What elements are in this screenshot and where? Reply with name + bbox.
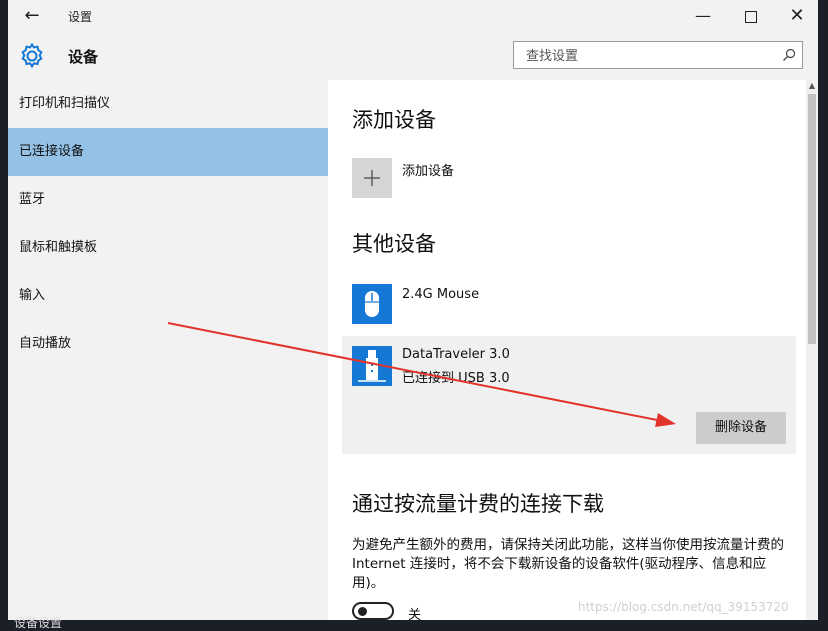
metered-description: 为避免产生额外的费用，请保持关闭此功能，这样当你使用按流量计费的 Interne…: [352, 537, 784, 591]
add-device-button[interactable]: [352, 158, 392, 198]
add-device-heading: 添加设备: [352, 108, 436, 132]
sidebar-item-printers[interactable]: 打印机和扫描仪: [8, 80, 328, 128]
sidebar-item-bluetooth[interactable]: 蓝牙: [8, 176, 328, 224]
sidebar-item-typing[interactable]: 输入: [8, 272, 328, 320]
remove-device-button[interactable]: 删除设备: [696, 412, 786, 444]
usb-drive-icon: [352, 346, 392, 386]
add-device-label[interactable]: 添加设备: [402, 160, 454, 179]
toggle-knob: [358, 607, 367, 616]
device-name-mouse[interactable]: 2.4G Mouse: [402, 287, 479, 302]
minimize-button[interactable]: —: [680, 0, 726, 32]
metered-toggle[interactable]: [352, 602, 394, 620]
taskbar-text: 设备设置: [14, 616, 63, 630]
search-icon[interactable]: [782, 48, 796, 62]
metered-heading: 通过按流量计费的连接下载: [352, 492, 604, 516]
sidebar-item-connected-devices[interactable]: 已连接设备: [8, 128, 328, 176]
sidebar-item-autoplay[interactable]: 自动播放: [8, 320, 328, 368]
scroll-up-icon[interactable]: ▲: [806, 80, 818, 92]
close-button[interactable]: ✕: [774, 0, 818, 32]
device-status-usb: 已连接到 USB 3.0: [402, 371, 510, 386]
page-title: 设备: [68, 48, 99, 66]
scrollbar[interactable]: ▲: [806, 80, 818, 620]
other-devices-heading: 其他设备: [352, 232, 436, 256]
back-arrow-icon[interactable]: ←: [20, 4, 44, 28]
settings-window: ← 设置 — ✕ 设备 打印机和扫描仪 已连接设备 蓝牙 鼠标和触摸板 输入 自…: [8, 0, 818, 620]
sidebar-item-mouse-touchpad[interactable]: 鼠标和触摸板: [8, 224, 328, 272]
maximize-button[interactable]: [728, 0, 774, 32]
plus-icon: [364, 170, 380, 186]
search-input[interactable]: [524, 46, 778, 66]
header: 设备: [8, 32, 818, 80]
scroll-thumb[interactable]: [808, 94, 816, 344]
window-title: 设置: [68, 10, 93, 24]
sidebar: 打印机和扫描仪 已连接设备 蓝牙 鼠标和触摸板 输入 自动播放: [8, 80, 328, 620]
watermark: https://blog.csdn.net/qq_39153720: [578, 600, 789, 614]
gear-icon: [21, 42, 43, 69]
mouse-icon: [352, 284, 392, 324]
maximize-icon: [745, 10, 757, 23]
main-content: 添加设备 添加设备 其他设备 2.4G Mouse DataTraveler 3…: [328, 80, 818, 620]
toggle-state-label: 关: [408, 608, 422, 620]
device-name-usb[interactable]: DataTraveler 3.0: [402, 347, 510, 362]
search-box[interactable]: [513, 41, 803, 69]
title-bar: ← 设置 — ✕: [8, 0, 818, 32]
